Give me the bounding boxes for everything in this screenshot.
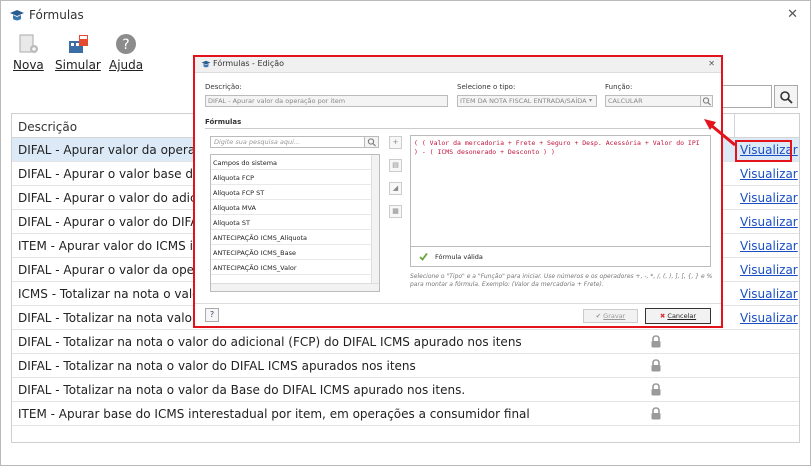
nova-button[interactable]: Nova	[13, 33, 44, 72]
validation-text: Fórmula válida	[435, 253, 483, 261]
funcao-field[interactable]: CALCULAR	[605, 95, 701, 107]
edit-formula-dialog: Fórmulas - Edição ✕ Descrição: DIFAL - A…	[193, 55, 723, 328]
visualizar-link[interactable]: Visualizar	[740, 263, 798, 277]
app-icon	[201, 60, 211, 68]
dialog-title-bar: Fórmulas - Edição ✕	[195, 57, 721, 73]
lock-icon	[651, 335, 661, 348]
list-item[interactable]: Alíquota MVA	[211, 200, 372, 215]
visualizar-highlight	[735, 140, 792, 162]
table-row[interactable]: DIFAL - Totalizar na nota o valor do DIF…	[12, 354, 799, 378]
calculator-icon[interactable]: ▦	[389, 205, 402, 218]
column-descricao: Descrição	[18, 120, 78, 134]
search-icon	[367, 138, 376, 147]
dialog-close-icon[interactable]: ✕	[708, 59, 715, 68]
list-header: Campos do sistema	[211, 155, 372, 170]
formula-hint: Selecione o "Tipo" e a "Função" para ini…	[410, 273, 713, 288]
formulas-section-title: Fórmulas	[205, 118, 242, 126]
simulate-icon	[68, 35, 88, 53]
descricao-label: Descrição:	[205, 83, 242, 91]
list-item[interactable]: Alíquota FCP	[211, 170, 372, 185]
list-item[interactable]: ANTECIPAÇÃO ICMS_Base	[211, 245, 372, 260]
cancelar-button[interactable]: ✖ Cancelar	[645, 308, 711, 324]
column-separator	[734, 114, 735, 138]
row-description: DIFAL - Totalizar na nota o valor do DIF…	[18, 359, 416, 373]
search-input[interactable]	[719, 85, 772, 108]
simular-button[interactable]: Simular	[55, 33, 101, 72]
visualizar-link[interactable]: Visualizar	[740, 287, 798, 301]
funcao-label: Função:	[605, 83, 633, 91]
list-item[interactable]: Alíquota FCP ST	[211, 185, 372, 200]
validation-bar: Fórmula válida	[410, 247, 711, 267]
new-document-icon	[19, 34, 39, 53]
ajuda-button[interactable]: ? Ajuda	[109, 33, 143, 72]
funcao-search-button[interactable]	[700, 95, 713, 107]
list-item[interactable]: Alíquota ST	[211, 215, 372, 230]
list-item[interactable]: ANTECIPAÇÃO ICMS_Alíquota	[211, 230, 372, 245]
visualizar-link[interactable]: Visualizar	[740, 239, 798, 253]
search-icon	[780, 90, 793, 104]
simular-label: Simular	[55, 58, 101, 72]
table-row[interactable]: ITEM - Apurar base do ICMS interestadual…	[12, 402, 799, 426]
vertical-scrollbar[interactable]	[371, 155, 379, 283]
nova-label: Nova	[13, 58, 44, 72]
close-icon[interactable]: ✕	[787, 7, 798, 22]
search-button[interactable]	[774, 85, 798, 108]
tipo-select[interactable]: ITEM DA NOTA FISCAL ENTRADA/SAÍDA	[457, 95, 597, 107]
visualizar-link[interactable]: Visualizar	[740, 191, 798, 205]
help-icon: ?	[116, 34, 137, 54]
tipo-label: Selecione o tipo:	[457, 83, 516, 91]
field-search-input[interactable]: Digite sua pesquisa aqui...	[210, 136, 365, 148]
row-description: DIFAL - Totalizar na nota o valor da Bas…	[18, 383, 466, 397]
visualizar-link[interactable]: Visualizar	[740, 215, 798, 229]
table-row[interactable]: DIFAL - Totalizar na nota o valor da Bas…	[12, 378, 799, 402]
chevron-down-icon: ▾	[589, 97, 593, 104]
lock-icon	[651, 383, 661, 396]
visualizar-link[interactable]: Visualizar	[740, 311, 798, 325]
section-divider	[205, 128, 710, 129]
dialog-title: Fórmulas - Edição	[213, 59, 285, 68]
search-icon	[702, 97, 711, 106]
eraser-icon[interactable]: ◢	[389, 182, 402, 195]
footer-divider	[195, 303, 721, 304]
table-row[interactable]: DIFAL - Totalizar na nota o valor do adi…	[12, 330, 799, 354]
gravar-label: Gravar	[603, 312, 626, 320]
help-button[interactable]: ?	[205, 308, 219, 322]
descricao-field[interactable]: DIFAL - Apurar valor da operação por ite…	[205, 95, 448, 107]
ajuda-label: Ajuda	[109, 58, 144, 72]
field-search-button[interactable]	[364, 136, 379, 148]
fields-list: Campos do sistema Alíquota FCP Alíquota F…	[210, 154, 380, 292]
window-title: Fórmulas	[29, 8, 84, 22]
row-description: DIFAL - Totalizar na nota o valor do adi…	[18, 335, 522, 349]
row-description: ITEM - Apurar base do ICMS interestadual…	[18, 407, 530, 421]
lock-icon	[651, 359, 661, 372]
title-bar: Fórmulas ✕	[1, 1, 810, 29]
list-item[interactable]: ANTECIPAÇÃO ICMS_Valor	[211, 260, 372, 275]
horizontal-scrollbar[interactable]	[211, 283, 379, 291]
gravar-button[interactable]: ✔ Gravar	[583, 309, 638, 323]
app-icon	[10, 10, 24, 21]
cancelar-label: Cancelar	[667, 312, 697, 320]
formula-editor[interactable]: ( ( Valor da mercadoria + Frete + Seguro…	[410, 135, 711, 247]
edit-icon[interactable]: ▤	[389, 159, 402, 172]
insert-field-button[interactable]: +	[389, 136, 402, 149]
lock-icon	[651, 407, 661, 420]
check-icon	[419, 252, 428, 261]
svg-text:?: ?	[122, 37, 129, 53]
visualizar-link[interactable]: Visualizar	[740, 167, 798, 181]
